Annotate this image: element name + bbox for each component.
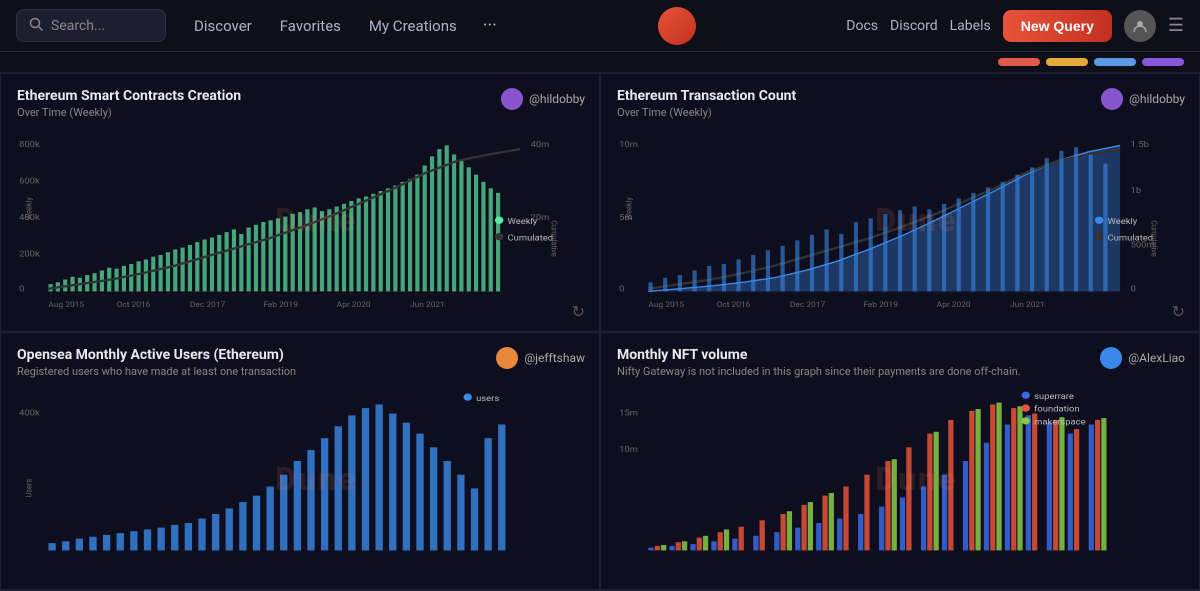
svg-text:Cumulated: Cumulated xyxy=(508,234,554,243)
pill-1 xyxy=(998,58,1040,66)
pill-2 xyxy=(1046,58,1088,66)
avatar[interactable] xyxy=(1124,10,1156,42)
svg-text:Aug 2015: Aug 2015 xyxy=(48,300,84,308)
new-query-button[interactable]: New Query xyxy=(1003,10,1112,42)
dune-logo xyxy=(658,7,696,45)
svg-text:Oct 2016: Oct 2016 xyxy=(117,300,151,308)
refresh-icon-2[interactable]: ↻ xyxy=(1172,302,1185,321)
svg-text:0: 0 xyxy=(1131,285,1136,294)
svg-text:Feb 2019: Feb 2019 xyxy=(263,300,298,308)
svg-text:Oct 2016: Oct 2016 xyxy=(717,300,751,308)
chart-eth-contracts: Dune 800k 600k 400k 200k 0 40m 20m Aug 2… xyxy=(17,129,583,312)
svg-text:600k: 600k xyxy=(19,177,40,186)
card-opensea-author: @jefftshaw xyxy=(496,347,585,369)
author-avatar-1 xyxy=(501,88,523,110)
svg-text:Weekly: Weekly xyxy=(24,197,34,220)
svg-text:Aug 2015: Aug 2015 xyxy=(648,300,684,308)
author-avatar-3 xyxy=(496,347,518,369)
svg-text:superrare: superrare xyxy=(1034,392,1074,401)
svg-text:200k: 200k xyxy=(19,250,40,259)
nav-bar: Discover Favorites My Creations ··· xyxy=(182,9,507,42)
svg-text:Dec 2017: Dec 2017 xyxy=(790,300,826,308)
svg-text:Dec 2017: Dec 2017 xyxy=(190,300,226,308)
search-box[interactable]: Search... xyxy=(16,9,166,42)
svg-text:0: 0 xyxy=(19,285,24,294)
card-nft-author: @AlexLiao xyxy=(1100,347,1185,369)
card-nft-title: Monthly NFT volume xyxy=(617,347,1183,363)
svg-text:Apr 2020: Apr 2020 xyxy=(937,300,971,308)
nav-more[interactable]: ··· xyxy=(473,9,507,42)
nav-discover[interactable]: Discover xyxy=(182,11,264,41)
card-opensea: Opensea Monthly Active Users (Ethereum) … xyxy=(0,332,600,591)
svg-text:1b: 1b xyxy=(1131,186,1142,195)
author-avatar-4 xyxy=(1100,347,1122,369)
svg-text:makerspace: makerspace xyxy=(1034,417,1086,426)
svg-text:0: 0 xyxy=(619,285,624,294)
labels-link[interactable]: Labels xyxy=(950,18,991,34)
svg-text:Weekly: Weekly xyxy=(624,197,634,220)
docs-link[interactable]: Docs xyxy=(846,18,878,34)
svg-text:40m: 40m xyxy=(531,141,550,150)
card-eth-tx-title: Ethereum Transaction Count xyxy=(617,88,1183,104)
svg-text:Feb 2019: Feb 2019 xyxy=(863,300,898,308)
hamburger-icon[interactable]: ☰ xyxy=(1168,15,1184,36)
svg-text:15m: 15m xyxy=(619,408,638,417)
svg-text:Jun 2021: Jun 2021 xyxy=(410,300,445,308)
search-icon xyxy=(29,16,43,35)
chart-nft: Dune 15m 10m xyxy=(617,388,1183,571)
chart-svg-3: 400k Users xyxy=(17,388,583,571)
chart-svg-1: 800k 600k 400k 200k 0 40m 20m Aug 2015 O… xyxy=(17,129,583,312)
svg-text:Apr 2020: Apr 2020 xyxy=(337,300,371,308)
svg-text:Weekly: Weekly xyxy=(1108,217,1139,226)
dashboard-grid: Ethereum Smart Contracts Creation Over T… xyxy=(0,73,1200,590)
svg-text:Weekly: Weekly xyxy=(508,217,539,226)
search-placeholder: Search... xyxy=(51,18,105,34)
svg-text:10m: 10m xyxy=(619,445,638,454)
svg-text:Users: Users xyxy=(24,478,34,497)
pill-4 xyxy=(1142,58,1184,66)
card-eth-contracts-subtitle: Over Time (Weekly) xyxy=(17,106,583,119)
chart-eth-tx: Dune 10m 5m 0 1.5b 1b 500m 0 Aug 2015 Oc… xyxy=(617,129,1183,312)
card-eth-tx: Ethereum Transaction Count Over Time (We… xyxy=(600,73,1200,332)
svg-text:Cumulated: Cumulated xyxy=(1108,234,1154,243)
header-right: Docs Discord Labels New Query ☰ xyxy=(846,10,1184,42)
svg-text:1.5b: 1.5b xyxy=(1131,141,1149,150)
nav-favorites[interactable]: Favorites xyxy=(268,11,353,41)
author-avatar-2 xyxy=(1101,88,1123,110)
chart-opensea: Dune 400k Users xyxy=(17,388,583,571)
svg-text:foundation: foundation xyxy=(1034,405,1080,414)
card-eth-contracts-title: Ethereum Smart Contracts Creation xyxy=(17,88,583,104)
card-nft: Monthly NFT volume Nifty Gateway is not … xyxy=(600,332,1200,591)
svg-text:10m: 10m xyxy=(619,141,638,150)
card-eth-tx-subtitle: Over Time (Weekly) xyxy=(617,106,1183,119)
card-eth-contracts-author: @hildobby xyxy=(501,88,585,110)
refresh-icon-1[interactable]: ↻ xyxy=(572,302,585,321)
svg-text:Jun 2021: Jun 2021 xyxy=(1010,300,1045,308)
svg-text:400k: 400k xyxy=(19,408,40,417)
svg-text:800k: 800k xyxy=(19,141,40,150)
chart-svg-4: 15m 10m xyxy=(617,388,1183,571)
logo-center xyxy=(515,7,838,45)
svg-text:users: users xyxy=(476,394,500,403)
card-eth-contracts: Ethereum Smart Contracts Creation Over T… xyxy=(0,73,600,332)
card-nft-subtitle: Nifty Gateway is not included in this gr… xyxy=(617,365,1183,378)
nav-my-creations[interactable]: My Creations xyxy=(357,11,469,41)
header: Search... Discover Favorites My Creation… xyxy=(0,0,1200,52)
color-pills-bar xyxy=(0,52,1200,73)
chart-svg-2: 10m 5m 0 1.5b 1b 500m 0 Aug 2015 Oct 201… xyxy=(617,129,1183,312)
discord-link[interactable]: Discord xyxy=(890,18,938,34)
card-eth-tx-author: @hildobby xyxy=(1101,88,1185,110)
pill-3 xyxy=(1094,58,1136,66)
